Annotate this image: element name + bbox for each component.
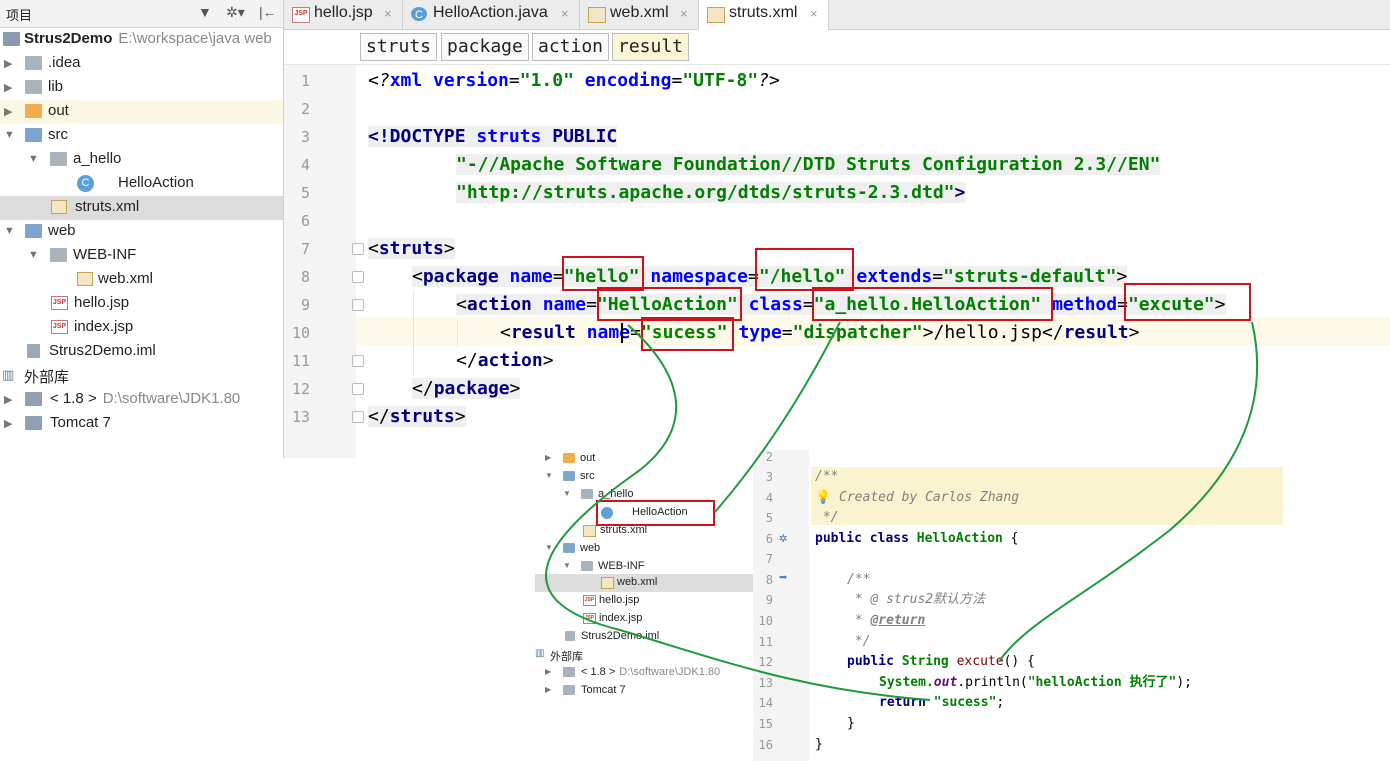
arrow-class-to-helloaction [714, 321, 841, 513]
arrow-method-to-excute [999, 321, 1259, 661]
annotation-arrows [545, 321, 1259, 701]
arrow-result-to-return [545, 324, 931, 701]
